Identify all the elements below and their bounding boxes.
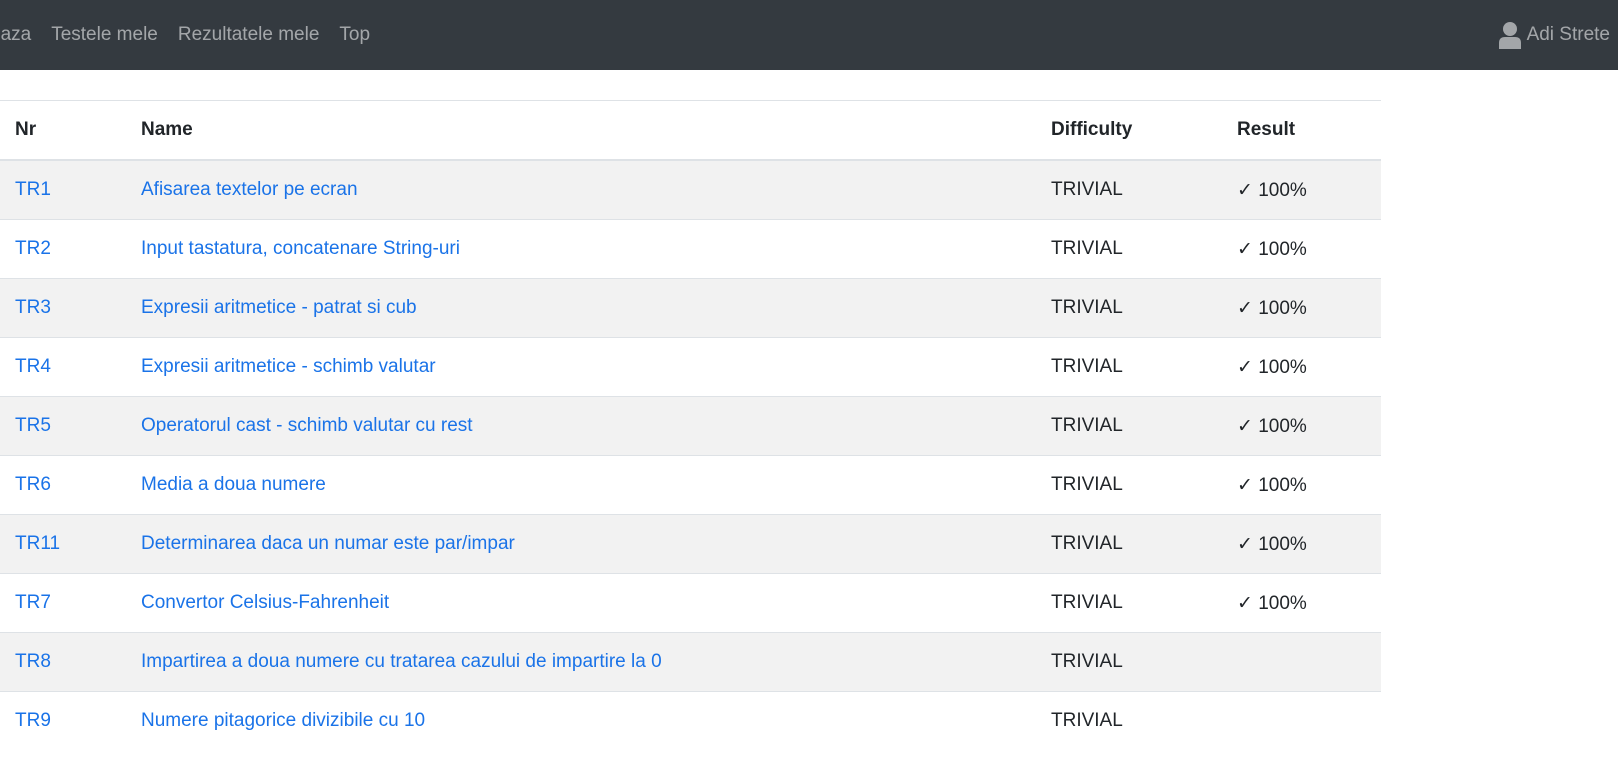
table-row: TR11 Determinarea daca un numar este par… [0, 514, 1381, 574]
test-nr-link[interactable]: TR1 [15, 179, 51, 200]
result-cell: ✓ 100% [1237, 159, 1381, 220]
table-row: TR1 Afisarea textelor pe ecran TRIVIAL ✓… [0, 159, 1381, 220]
table-row: TR5 Operatorul cast - schimb valutar cu … [0, 396, 1381, 456]
test-nr-link[interactable]: TR8 [15, 651, 51, 672]
header-name: Name [141, 100, 1051, 161]
nav-link-baza[interactable]: baza [0, 24, 31, 46]
header-nr: Nr [0, 100, 141, 161]
user-menu[interactable]: Adi Strete [1498, 0, 1618, 70]
table-row: TR8 Impartirea a doua numere cu tratarea… [0, 632, 1381, 692]
tests-table: Nr Name Difficulty Result TR1 Afisarea t… [0, 100, 1381, 750]
test-name-link[interactable]: Impartirea a doua numere cu tratarea caz… [141, 651, 662, 672]
table-row: TR6 Media a doua numere TRIVIAL ✓ 100% [0, 455, 1381, 515]
nav-link-top[interactable]: Top [339, 24, 370, 46]
test-nr-link[interactable]: TR7 [15, 592, 51, 613]
difficulty-cell: TRIVIAL [1051, 632, 1237, 692]
result-cell: ✓ 100% [1237, 573, 1381, 633]
table-row: TR7 Convertor Celsius-Fahrenheit TRIVIAL… [0, 573, 1381, 633]
user-icon [1498, 21, 1521, 49]
test-name-link[interactable]: Numere pitagorice divizibile cu 10 [141, 710, 425, 731]
test-nr-link[interactable]: TR6 [15, 474, 51, 495]
test-nr-link[interactable]: TR9 [15, 710, 51, 731]
difficulty-cell: TRIVIAL [1051, 219, 1237, 279]
result-cell: ✓ 100% [1237, 455, 1381, 515]
result-cell: ✓ 100% [1237, 396, 1381, 456]
test-nr-link[interactable]: TR11 [15, 533, 60, 554]
table-row: TR9 Numere pitagorice divizibile cu 10 T… [0, 691, 1381, 750]
test-nr-link[interactable]: TR2 [15, 238, 51, 259]
test-nr-link[interactable]: TR3 [15, 297, 51, 318]
table-header-row: Nr Name Difficulty Result [0, 100, 1381, 161]
difficulty-cell: TRIVIAL [1051, 573, 1237, 633]
header-difficulty: Difficulty [1051, 100, 1237, 161]
result-cell [1237, 632, 1381, 692]
test-nr-link[interactable]: TR5 [15, 415, 51, 436]
test-nr-link[interactable]: TR4 [15, 356, 51, 377]
tests-table-container: Nr Name Difficulty Result TR1 Afisarea t… [0, 100, 1381, 750]
difficulty-cell: TRIVIAL [1051, 455, 1237, 515]
result-cell: ✓ 100% [1237, 337, 1381, 397]
difficulty-cell: TRIVIAL [1051, 159, 1237, 220]
test-name-link[interactable]: Afisarea textelor pe ecran [141, 179, 358, 200]
test-name-link[interactable]: Convertor Celsius-Fahrenheit [141, 592, 389, 613]
result-cell: ✓ 100% [1237, 514, 1381, 574]
difficulty-cell: TRIVIAL [1051, 514, 1237, 574]
difficulty-cell: TRIVIAL [1051, 691, 1237, 750]
test-name-link[interactable]: Operatorul cast - schimb valutar cu rest [141, 415, 473, 436]
test-name-link[interactable]: Determinarea daca un numar este par/impa… [141, 533, 515, 554]
table-row: TR2 Input tastatura, concatenare String-… [0, 219, 1381, 279]
nav-link-testele-mele[interactable]: Testele mele [51, 24, 158, 46]
header-result: Result [1237, 100, 1381, 161]
difficulty-cell: TRIVIAL [1051, 278, 1237, 338]
result-cell: ✓ 100% [1237, 278, 1381, 338]
test-name-link[interactable]: Expresii aritmetice - schimb valutar [141, 356, 436, 377]
difficulty-cell: TRIVIAL [1051, 396, 1237, 456]
user-name: Adi Strete [1526, 24, 1610, 45]
table-row: TR4 Expresii aritmetice - schimb valutar… [0, 337, 1381, 397]
test-name-link[interactable]: Expresii aritmetice - patrat si cub [141, 297, 417, 318]
result-cell [1237, 691, 1381, 750]
result-cell: ✓ 100% [1237, 219, 1381, 279]
nav-links: baza Testele mele Rezultatele mele Top [0, 0, 390, 70]
nav-link-rezultatele-mele[interactable]: Rezultatele mele [178, 24, 320, 46]
test-name-link[interactable]: Media a doua numere [141, 474, 326, 495]
table-row: TR3 Expresii aritmetice - patrat si cub … [0, 278, 1381, 338]
top-navbar: baza Testele mele Rezultatele mele Top A… [0, 0, 1618, 70]
difficulty-cell: TRIVIAL [1051, 337, 1237, 397]
test-name-link[interactable]: Input tastatura, concatenare String-uri [141, 238, 460, 259]
